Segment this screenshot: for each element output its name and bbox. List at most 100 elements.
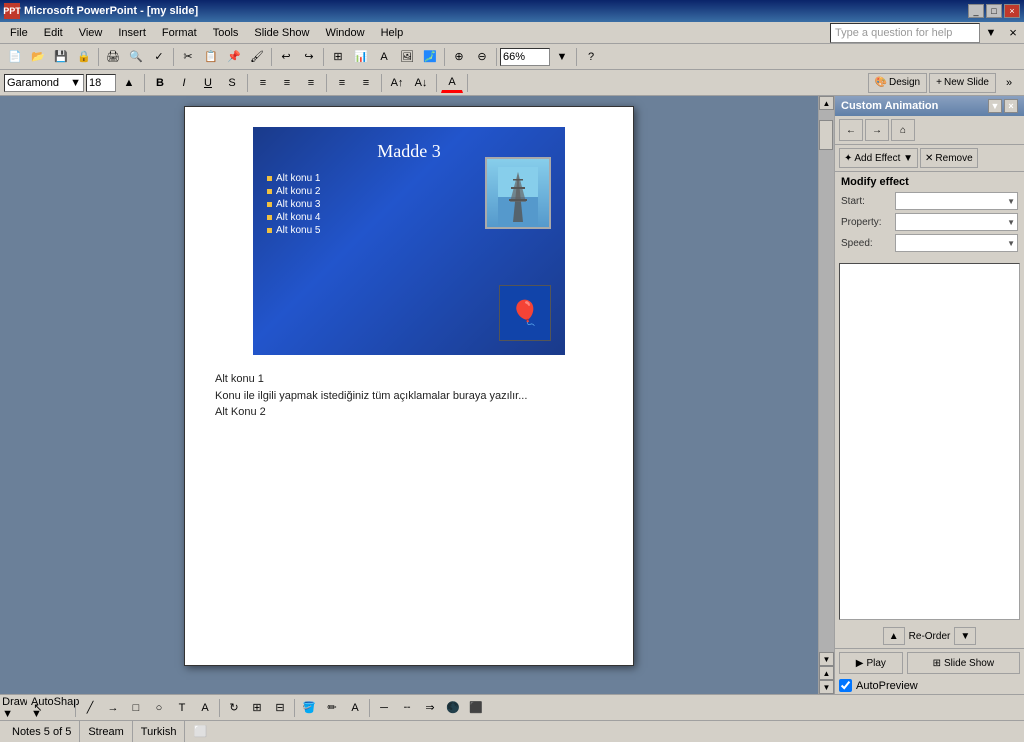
maximize-button[interactable]: □ [986,4,1002,18]
spell-button[interactable]: ✓ [148,47,170,67]
preview-button[interactable]: 🔍 [125,47,147,67]
italic-button[interactable]: I [173,73,195,93]
collapse-button[interactable]: ⊖ [471,47,493,67]
copy-button[interactable]: 📋 [200,47,222,67]
scroll-up-button[interactable]: ▲ [819,96,834,110]
slide-blue-section[interactable]: Madde 3 Alt konu 1 Alt konu 2 [253,127,565,355]
numbering-button[interactable]: ≡ [355,73,377,93]
minimize-button[interactable]: _ [968,4,984,18]
bullets-button[interactable]: ≡ [331,73,353,93]
expand-button[interactable]: ⊕ [448,47,470,67]
reorder-up-button[interactable]: ▲ [883,627,905,645]
increase-indent[interactable]: A↑ [386,73,408,93]
panel-dropdown-button[interactable]: ▼ [988,99,1002,113]
permission-button[interactable]: 🔒 [73,47,95,67]
insert-wordart[interactable]: A [373,47,395,67]
draw-button[interactable]: Draw ▼ [4,698,26,718]
format-bar-expand[interactable]: » [998,73,1020,93]
redo-button[interactable]: ↪ [298,47,320,67]
menu-file[interactable]: File [2,22,36,43]
speed-select[interactable]: ▼ [895,234,1018,252]
insert-clipart[interactable]: 🖼 [396,47,418,67]
help-button[interactable]: ? [580,47,602,67]
font-size-up[interactable]: ▲ [118,73,140,93]
decrease-indent[interactable]: A↓ [410,73,432,93]
bold-button[interactable]: B [149,73,171,93]
shadow-button[interactable]: S [221,73,243,93]
reorder-down-button[interactable]: ▼ [954,627,976,645]
remove-button[interactable]: ✕ Remove [920,148,978,168]
zoom-dropdown[interactable]: ▼ [551,47,573,67]
format-painter[interactable]: 🖌 [246,47,268,67]
menu-slideshow[interactable]: Slide Show [246,22,317,43]
line-tool[interactable]: ╱ [79,698,101,718]
font-color-button[interactable]: A [441,73,463,93]
insert-picture[interactable]: 🗾 [419,47,441,67]
slide-show-button[interactable]: ⊞ Slide Show [907,652,1020,674]
fill-color-tool[interactable]: 🪣 [298,698,320,718]
property-select[interactable]: ▼ [895,213,1018,231]
menu-window[interactable]: Window [317,22,372,43]
menu-format[interactable]: Format [154,22,205,43]
font-color-tool2[interactable]: A [344,698,366,718]
shadow-style-tool[interactable]: 🌑 [442,698,464,718]
wordart-tool2[interactable]: A [194,698,216,718]
insert-chart[interactable]: 📊 [350,47,372,67]
close-button[interactable]: × [1004,4,1020,18]
group-tool[interactable]: ⊞ [246,698,268,718]
dash-style-tool[interactable]: ╌ [396,698,418,718]
underline-button[interactable]: U [197,73,219,93]
font-selector[interactable]: Garamond ▼ [4,74,84,92]
menu-help[interactable]: Help [373,22,412,43]
zoom-box[interactable]: 66% [500,48,550,66]
play-button[interactable]: ▶ Play [839,652,903,674]
align-left-button[interactable]: ≡ [252,73,274,93]
menu-insert[interactable]: Insert [110,22,154,43]
nav-forward-button[interactable]: → [865,119,889,141]
textbox-tool[interactable]: T [171,698,193,718]
cut-button[interactable]: ✂ [177,47,199,67]
arrow-tool[interactable]: → [102,698,124,718]
vertical-scrollbar: ▲ ▼ ▲ ▼ [818,96,834,694]
add-effect-button[interactable]: ✦ Add Effect ▼ [839,148,918,168]
menu-view[interactable]: View [71,22,111,43]
3d-style-tool[interactable]: ⬛ [465,698,487,718]
new-button[interactable]: 📄 [4,47,26,67]
paste-button[interactable]: 📌 [223,47,245,67]
help-input[interactable]: Type a question for help [830,23,980,43]
oval-tool[interactable]: ○ [148,698,170,718]
design-button[interactable]: 🎨 Design [868,73,928,93]
line-style-tool[interactable]: ─ [373,698,395,718]
panel-close-button[interactable]: × [1004,99,1018,113]
line-color-tool[interactable]: ✏ [321,698,343,718]
open-button[interactable]: 📂 [27,47,49,67]
start-select[interactable]: ▼ [895,192,1018,210]
font-size-selector[interactable]: 18 [86,74,116,92]
balloon-image[interactable]: 🎈 [499,285,551,341]
menu-edit[interactable]: Edit [36,22,71,43]
arrow-style-tool[interactable]: ⇒ [419,698,441,718]
rotate-tool[interactable]: ↻ [223,698,245,718]
next-slide-button[interactable]: ▼ [819,680,834,694]
nav-back-button[interactable]: ← [839,119,863,141]
print-button[interactable]: 🖨 [102,47,124,67]
autopreview-checkbox[interactable] [839,679,852,692]
scroll-down-button[interactable]: ▼ [819,652,834,666]
help-close-button[interactable]: × [1002,23,1024,43]
new-slide-button[interactable]: + New Slide [929,73,996,93]
scroll-thumb[interactable] [819,120,833,150]
eiffel-image[interactable] [485,157,551,229]
insert-table[interactable]: ⊞ [327,47,349,67]
help-dropdown-button[interactable]: ▼ [980,23,1002,43]
autoshapes-button[interactable]: AutoShapes ▼ [50,698,72,718]
prev-slide-button[interactable]: ▲ [819,666,834,680]
rect-tool[interactable]: □ [125,698,147,718]
save-button[interactable]: 💾 [50,47,72,67]
menu-tools[interactable]: Tools [205,22,247,43]
nav-home-button[interactable]: ⌂ [891,119,915,141]
undo-button[interactable]: ↩ [275,47,297,67]
align-center-button[interactable]: ≡ [276,73,298,93]
slide-container[interactable]: Madde 3 Alt konu 1 Alt konu 2 [184,106,634,666]
ungroup-tool[interactable]: ⊟ [269,698,291,718]
align-right-button[interactable]: ≡ [300,73,322,93]
